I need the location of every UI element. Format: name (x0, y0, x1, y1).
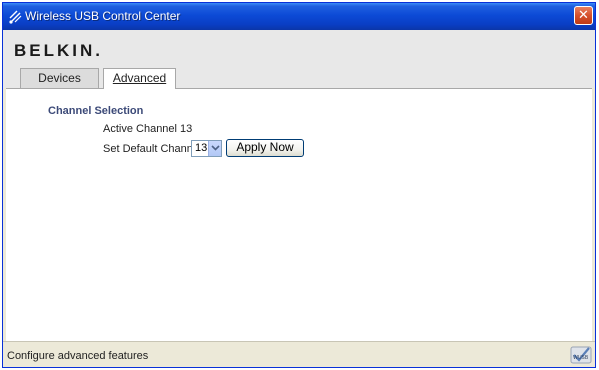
tab-advanced-label: Advanced (112, 71, 167, 85)
belkin-logo: BELKIN. (14, 41, 103, 60)
tab-devices-label: Devices (38, 71, 81, 85)
wireless-app-icon (8, 9, 24, 25)
status-bar: Configure advanced features WUSB (3, 341, 595, 367)
window-title: Wireless USB Control Center (25, 9, 181, 23)
title-bar[interactable]: Wireless USB Control Center ✕ (3, 3, 595, 30)
section-title-channel-selection: Channel Selection (48, 105, 144, 117)
apply-now-button[interactable]: Apply Now (226, 139, 304, 157)
brand-header: BELKIN. Devices Advanced (3, 30, 595, 89)
active-channel-text: Active Channel 13 (103, 123, 193, 135)
default-channel-label: Set Default Channel (103, 143, 202, 155)
advanced-panel: Channel Selection Active Channel 13 Set … (6, 88, 592, 341)
tab-devices[interactable]: Devices (20, 68, 99, 88)
default-channel-select[interactable]: 13 (191, 140, 222, 157)
default-channel-value: 13 (195, 142, 208, 154)
chevron-down-icon[interactable] (208, 141, 221, 156)
close-button[interactable]: ✕ (574, 6, 593, 25)
tab-advanced[interactable]: Advanced (103, 68, 176, 89)
status-text: Configure advanced features (7, 350, 149, 362)
close-icon: ✕ (578, 7, 589, 22)
svg-text:WUSB: WUSB (573, 355, 589, 361)
wusb-checkmark-icon[interactable]: WUSB (570, 345, 592, 365)
app-window: Wireless USB Control Center ✕ BELKIN. De… (2, 2, 596, 368)
